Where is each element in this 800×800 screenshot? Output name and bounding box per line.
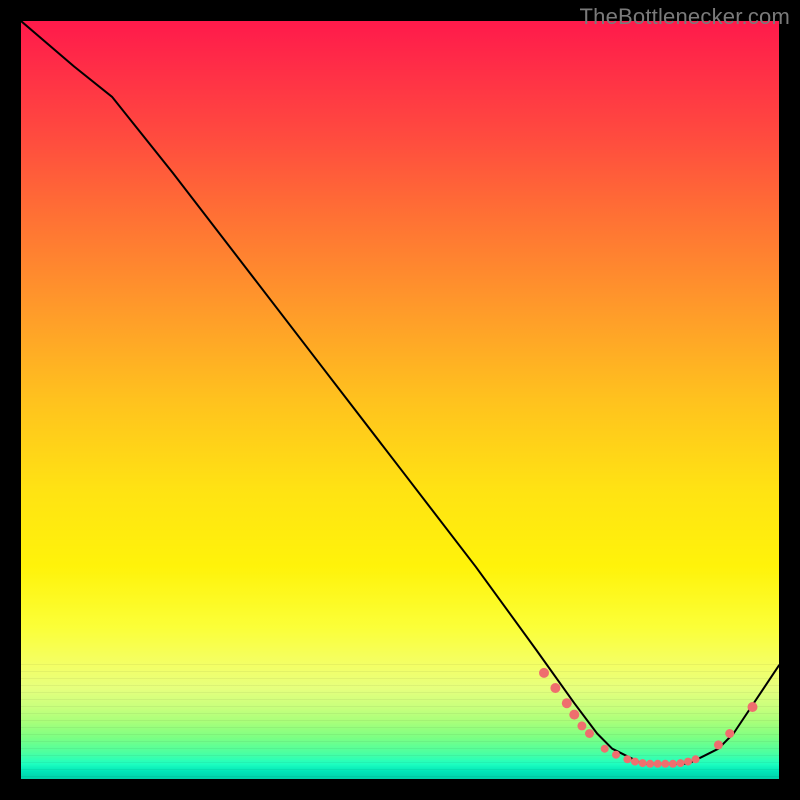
plot-area [21,21,779,779]
heat-gradient [21,21,779,779]
chart-frame: TheBottlenecker.com [0,0,800,800]
watermark-text: TheBottlenecker.com [580,4,790,30]
